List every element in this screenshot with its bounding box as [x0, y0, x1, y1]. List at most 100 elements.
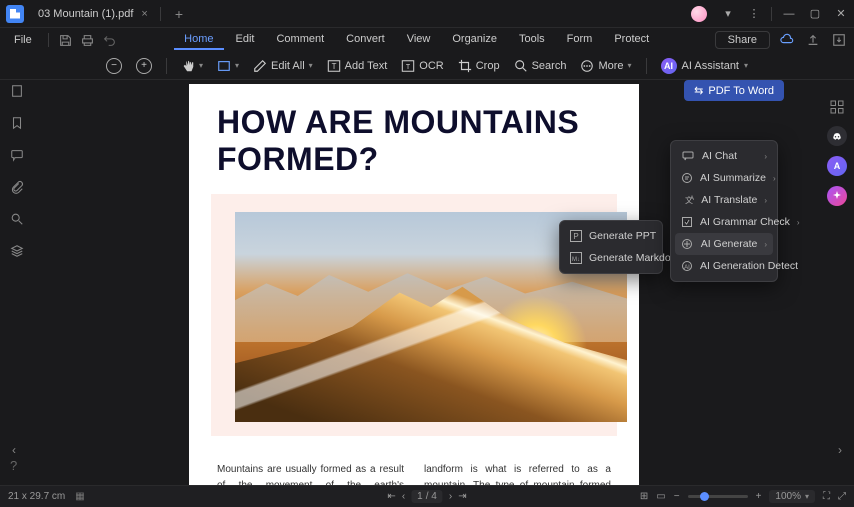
document-canvas[interactable]: PDF To Word HOW ARE MOUNTAINS FORMED? Mo… [34, 80, 820, 485]
next-page-button[interactable]: › [449, 491, 452, 502]
zoom-out-button[interactable]: − [102, 56, 126, 76]
ai-summarize-item[interactable]: AI Summarize› [675, 167, 773, 189]
print-icon[interactable] [79, 31, 97, 49]
search-panel-icon[interactable] [8, 210, 26, 228]
titlebar: 03 Mountain (1).pdf × + ▾ ⋮ — ▢ ✕ [0, 0, 854, 28]
ai-chat-item[interactable]: AI Chat› [675, 145, 773, 167]
zoom-out-icon[interactable]: − [674, 491, 680, 502]
close-tab-icon[interactable]: × [141, 8, 147, 20]
more-tool[interactable]: More▾ [576, 57, 635, 75]
first-page-button[interactable]: ⇤ [387, 491, 395, 502]
comment-panel-icon[interactable] [8, 146, 26, 164]
tab-edit[interactable]: Edit [226, 30, 265, 50]
more-icon[interactable]: ⋮ [741, 0, 767, 28]
single-page-icon[interactable]: ▭ [656, 491, 665, 502]
chevron-right-icon: › [764, 240, 767, 249]
dropdown-icon[interactable]: ▾ [715, 0, 741, 28]
last-page-button[interactable]: ⇥ [458, 491, 466, 502]
ppt-icon: P [570, 229, 582, 243]
page-indicator[interactable]: 1 / 4 [411, 490, 443, 503]
ai-detect-item[interactable]: AIAI Generation Detect [675, 255, 773, 277]
close-window-button[interactable]: ✕ [828, 0, 854, 28]
file-menu[interactable]: File [6, 32, 40, 48]
next-nav-button[interactable]: › [838, 443, 842, 457]
generate-icon [681, 237, 694, 251]
generate-ppt-item[interactable]: P Generate PPT [564, 225, 658, 247]
zoom-level[interactable]: 100%▾ [769, 490, 815, 503]
minimize-button[interactable]: — [776, 0, 802, 28]
tab-convert[interactable]: Convert [336, 30, 395, 50]
divider [166, 58, 167, 74]
zoom-in-button[interactable]: + [132, 56, 156, 76]
ai-generate-label: AI Generate [701, 238, 758, 250]
fit-page-icon[interactable]: ⛶ [823, 491, 830, 502]
ai-generate-item[interactable]: AI Generate › [675, 233, 773, 255]
ai-assistant-menu: AI Chat› AI Summarize› 文AAI Translate› A… [670, 140, 778, 282]
attachment-icon[interactable] [8, 178, 26, 196]
maximize-button[interactable]: ▢ [802, 0, 828, 28]
zoom-slider[interactable] [688, 495, 748, 498]
tab-organize[interactable]: Organize [442, 30, 507, 50]
avatar[interactable] [691, 6, 707, 22]
app-icon [6, 5, 24, 23]
column-2: landform is what is referred to as a mou… [424, 462, 611, 485]
ruler-icon[interactable]: ▦ [75, 491, 84, 502]
page-dimensions: 21 x 29.7 cm [8, 491, 65, 502]
save-icon[interactable] [57, 31, 75, 49]
prev-page-button[interactable]: ‹ [402, 491, 405, 502]
tab-comment[interactable]: Comment [266, 30, 334, 50]
help-icon[interactable]: ? [10, 458, 17, 473]
ai-assistant-label: AI Assistant [682, 60, 739, 72]
document-tab[interactable]: 03 Mountain (1).pdf × [30, 0, 156, 27]
new-tab-button[interactable]: + [165, 6, 193, 22]
ai-icon: AI [661, 58, 677, 74]
tab-title: 03 Mountain (1).pdf [38, 8, 133, 20]
undo-icon[interactable] [101, 31, 119, 49]
layers-icon[interactable] [8, 242, 26, 260]
export-icon[interactable] [830, 31, 848, 49]
ai-detect-label: AI Generation Detect [700, 260, 798, 272]
ai-sidebar-icon[interactable]: A [827, 156, 847, 176]
upload-icon[interactable] [804, 31, 822, 49]
chevron-right-icon: › [797, 218, 800, 227]
thumbnail-icon[interactable] [8, 82, 26, 100]
hand-tool[interactable]: ▾ [177, 57, 207, 75]
tab-protect[interactable]: Protect [604, 30, 659, 50]
hero-container [211, 194, 617, 436]
page-navigator: ⇤ ‹ 1 / 4 › ⇥ [387, 490, 466, 503]
page-current: 1 [417, 491, 423, 502]
tab-home[interactable]: Home [174, 30, 223, 50]
generate-markdown-item[interactable]: M↓ Generate Markdown [564, 247, 658, 269]
statusbar: 21 x 29.7 cm ▦ ⇤ ‹ 1 / 4 › ⇥ ⊞ ▭ − + 100… [0, 485, 854, 507]
ocr-tool[interactable]: TOCR [397, 57, 447, 75]
pdf-to-word-label: PDF To Word [708, 85, 774, 97]
ai-translate-item[interactable]: 文AAI Translate› [675, 189, 773, 211]
tab-tools[interactable]: Tools [509, 30, 555, 50]
edit-all-tool[interactable]: Edit All▾ [249, 57, 317, 75]
svg-text:AI: AI [684, 265, 690, 271]
pdf-to-word-button[interactable]: PDF To Word [684, 80, 784, 101]
more-label: More [598, 60, 623, 72]
add-text-tool[interactable]: TAdd Text [323, 57, 392, 75]
select-tool[interactable]: ▾ [213, 57, 243, 75]
search-tool[interactable]: Search [510, 57, 571, 75]
fullscreen-icon[interactable]: ⤢ [838, 491, 846, 502]
discord-icon[interactable] [827, 126, 847, 146]
share-button[interactable]: Share [715, 31, 770, 49]
prev-nav-button[interactable]: ‹ [12, 443, 16, 457]
sparkle-icon[interactable] [827, 186, 847, 206]
grid-view-icon[interactable] [828, 98, 846, 116]
fit-width-icon[interactable]: ⊞ [640, 491, 648, 502]
tab-view[interactable]: View [397, 30, 441, 50]
zoom-in-icon[interactable]: + [756, 491, 762, 502]
cloud-sync-icon[interactable] [778, 31, 796, 49]
crop-tool[interactable]: Crop [454, 57, 504, 75]
bookmark-icon[interactable] [8, 114, 26, 132]
menu-tabs: Home Edit Comment Convert View Organize … [174, 30, 659, 50]
ai-grammar-item[interactable]: AI Grammar Check› [675, 211, 773, 233]
ai-assistant-button[interactable]: AIAI Assistant▾ [657, 56, 753, 76]
tab-form[interactable]: Form [557, 30, 603, 50]
grammar-icon [681, 215, 693, 229]
ai-chat-label: AI Chat [702, 150, 737, 162]
page-title: HOW ARE MOUNTAINS FORMED? [189, 84, 639, 188]
